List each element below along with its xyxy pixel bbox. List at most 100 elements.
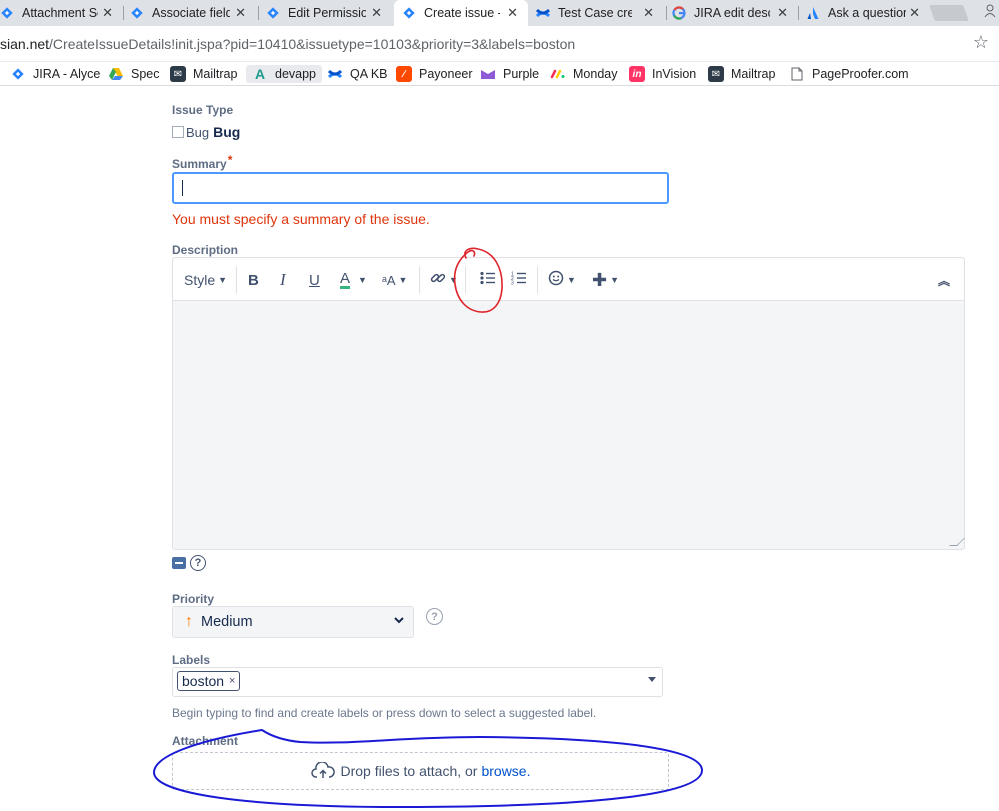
summary-input[interactable] (172, 172, 669, 204)
tab-divider (123, 6, 124, 20)
bookmark-label: Mailtrap (731, 67, 776, 81)
label-tag-boston: boston × (177, 671, 241, 691)
summary-error-message: You must specify a summary of the issue. (172, 211, 430, 227)
help-icon[interactable]: ? (426, 608, 443, 625)
insert-more-button[interactable]: ✚ ▼ (592, 270, 619, 290)
bookmark-label: Monday (573, 67, 618, 81)
url-text[interactable]: sian.net/CreateIssueDetails!init.jspa?pi… (0, 36, 575, 52)
description-editor[interactable]: Style ▼ B I U A ▼ ᵃA ▼ ▼ 123 ▼ ✚ ▼ ︽ (172, 257, 965, 550)
browser-tab-strip: Attachment Se ✕ Associate field ✕ Edit P… (0, 0, 999, 26)
google-g-icon (672, 6, 686, 20)
issue-type-value: Bug Bug (172, 124, 240, 140)
letter-a-icon: A (254, 66, 266, 82)
bold-button[interactable]: B (248, 270, 259, 290)
bookmark-purple[interactable]: Purple (480, 65, 539, 83)
close-icon[interactable]: ✕ (909, 5, 920, 21)
numbered-list-icon: 123 (511, 271, 527, 289)
underline-button[interactable]: U (309, 270, 320, 290)
bookmark-invision[interactable]: in InVision (629, 65, 696, 83)
upload-cloud-icon (310, 762, 335, 780)
bookmark-label: Purple (503, 67, 540, 81)
priority-label: Priority (172, 592, 215, 606)
browse-link[interactable]: browse. (481, 763, 530, 779)
jira-diamond-icon (266, 6, 280, 20)
bookmark-mailtrap[interactable]: ✉ Mailtrap (170, 65, 237, 83)
tab-title: Associate field (152, 6, 230, 20)
chevron-down-icon (393, 615, 405, 628)
required-mark: * (227, 153, 233, 167)
numbered-list-button[interactable]: 123 (511, 270, 527, 290)
text-color-button[interactable]: A ▼ (340, 270, 367, 290)
link-button[interactable]: ▼ (430, 270, 458, 290)
browser-tab-associate[interactable]: Associate field ✕ (130, 0, 256, 26)
atlassian-icon (806, 6, 820, 20)
bullet-list-icon (480, 271, 496, 289)
bookmark-label: Spec (131, 67, 160, 81)
issue-type-label: Issue Type (172, 103, 234, 117)
toolbar-divider (236, 266, 237, 294)
svg-text:3: 3 (511, 281, 514, 286)
bullet-list-button[interactable] (480, 270, 496, 290)
browser-tab-edit-permission[interactable]: Edit Permission ✕ (266, 0, 392, 26)
browser-tab-ask-question[interactable]: Ask a question ✕ (806, 0, 930, 26)
bookmark-label: QA KB (350, 67, 388, 81)
jira-diamond-icon (402, 6, 416, 20)
bookmark-star-icon[interactable]: ☆ (973, 32, 989, 53)
close-icon[interactable]: ✕ (371, 5, 382, 21)
tab-title: Ask a question (828, 6, 906, 20)
close-icon[interactable]: ✕ (235, 5, 246, 21)
more-formatting-button[interactable]: ᵃA ▼ (382, 270, 407, 290)
drop-text: Drop files to attach, or (340, 763, 478, 779)
toolbar-divider (465, 266, 466, 294)
emoji-button[interactable]: ▼ (548, 270, 576, 290)
browser-tab-create-issue[interactable]: Create issue - ✕ (394, 0, 528, 26)
link-icon (430, 270, 446, 290)
dropdown-arrow-icon[interactable] (648, 677, 656, 682)
bookmark-pageproofer[interactable]: PageProofer.com (789, 65, 909, 83)
bookmark-mailtrap-2[interactable]: ✉ Mailtrap (708, 65, 775, 83)
browser-tab-attachment[interactable]: Attachment Se ✕ (0, 0, 123, 26)
bookmark-monday[interactable]: Monday (550, 65, 617, 83)
collapse-toolbar-icon[interactable]: ︽ (938, 270, 950, 290)
bookmark-qa-kb[interactable]: QA KB (327, 65, 388, 83)
mailtrap-icon: ✉ (708, 66, 724, 82)
labels-hint: Begin typing to find and create labels o… (172, 706, 597, 720)
url-path: /CreateIssueDetails!init.jspa?pid=10410&… (49, 36, 576, 52)
profile-icon[interactable] (984, 4, 996, 21)
italic-button[interactable]: I (280, 270, 286, 290)
tab-divider (258, 6, 259, 20)
help-icon[interactable]: ? (190, 555, 206, 571)
address-bar[interactable]: sian.net/CreateIssueDetails!init.jspa?pi… (0, 26, 999, 62)
close-icon[interactable]: ✕ (777, 5, 788, 21)
resize-handle-icon[interactable] (949, 538, 965, 546)
new-tab-button[interactable] (929, 5, 969, 21)
summary-label: Summary* (172, 153, 232, 171)
browser-tab-jira-edit-desc[interactable]: JIRA edit desc ✕ (672, 0, 798, 26)
wiki-markup-icon[interactable] (172, 557, 186, 569)
attachment-label: Attachment (172, 734, 239, 748)
style-dropdown[interactable]: Style ▼ (184, 270, 227, 290)
jira-diamond-icon (10, 66, 26, 82)
bookmark-spec[interactable]: Spec (108, 65, 160, 83)
close-icon[interactable]: ✕ (643, 5, 654, 21)
chevron-down-icon: ▼ (449, 275, 458, 285)
priority-value: Medium (201, 614, 253, 630)
tab-title: Attachment Se (22, 6, 98, 20)
description-label: Description (172, 243, 239, 257)
bookmark-payoneer[interactable]: ∕ Payoneer (396, 65, 473, 83)
priority-select[interactable]: ↑ Medium (172, 606, 414, 638)
browser-tab-test-case[interactable]: Test Case crea ✕ (536, 0, 664, 26)
purple-icon (480, 66, 496, 82)
remove-label-icon[interactable]: × (229, 675, 235, 687)
attachment-dropzone[interactable]: Drop files to attach, or browse. (172, 752, 669, 790)
text-color-icon: A (340, 270, 351, 289)
editor-footer: ? (172, 555, 206, 571)
labels-input[interactable]: boston × (172, 667, 663, 697)
bookmark-jira-alyce[interactable]: JIRA - Alyce (10, 65, 100, 83)
jira-diamond-icon (130, 6, 144, 20)
url-host: sian.net (0, 36, 50, 52)
close-icon[interactable]: ✕ (102, 5, 113, 21)
close-icon[interactable]: ✕ (507, 5, 518, 21)
bookmark-devapp[interactable]: A devapp (246, 65, 323, 83)
summary-label-text: Summary (172, 157, 227, 171)
